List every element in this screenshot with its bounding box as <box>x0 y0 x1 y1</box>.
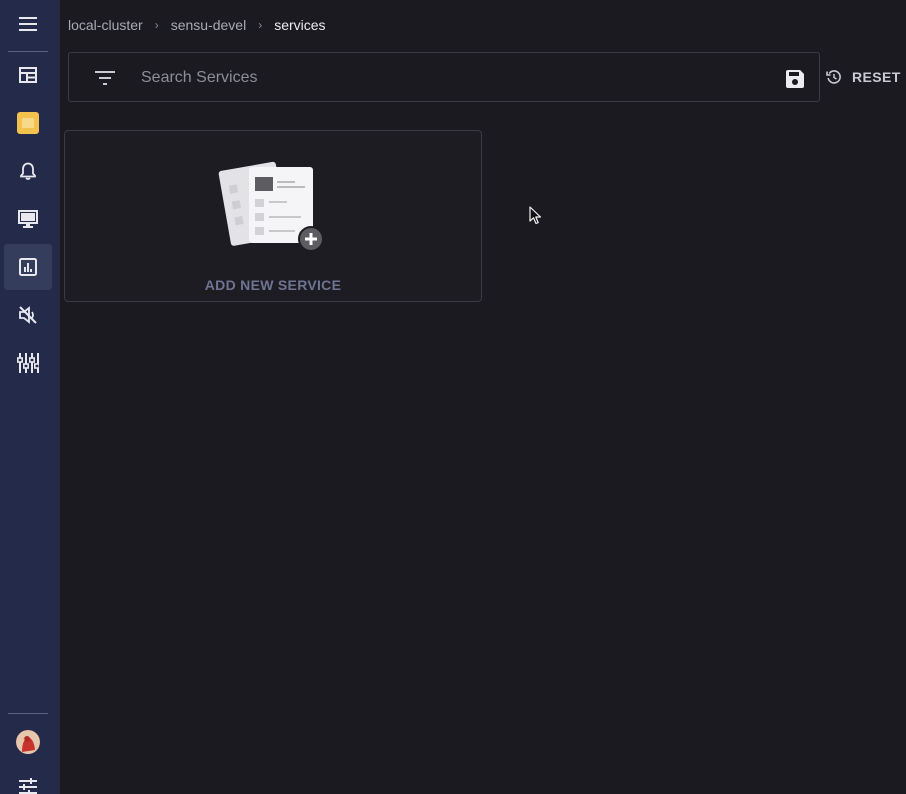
add-document-illustration <box>218 161 324 252</box>
volume-off-icon <box>19 306 37 324</box>
add-new-service-label: ADD NEW SERVICE <box>204 277 342 293</box>
filter-button[interactable] <box>89 65 121 91</box>
breadcrumb-item-current: services <box>274 17 326 33</box>
breadcrumb-item-namespace[interactable]: sensu-devel <box>171 17 247 33</box>
sidebar-item-dashboard[interactable] <box>4 52 52 98</box>
breadcrumb-separator: › <box>258 18 263 32</box>
menu-toggle-button[interactable] <box>4 1 52 47</box>
breadcrumb: local-cluster › sensu-devel › services <box>68 16 326 34</box>
hamburger-menu-icon <box>19 17 37 31</box>
sidebar-divider-bottom <box>8 713 48 714</box>
preferences-button[interactable] <box>4 770 52 794</box>
dashboard-icon <box>19 67 37 83</box>
history-icon <box>826 70 841 84</box>
mouse-cursor-icon <box>529 206 542 225</box>
filter-list-icon <box>95 71 115 85</box>
sidebar <box>0 0 60 794</box>
breadcrumb-item-cluster[interactable]: local-cluster <box>68 17 143 33</box>
sidebar-item-events[interactable] <box>4 148 52 194</box>
reset-label: RESET <box>852 69 901 85</box>
sidebar-item-services[interactable] <box>4 244 52 290</box>
namespace-tile-icon <box>17 112 39 134</box>
reset-button[interactable]: RESET <box>826 66 901 88</box>
add-new-service-card[interactable]: ADD NEW SERVICE <box>64 130 482 302</box>
tune-icon <box>19 778 37 794</box>
sidebar-item-namespace[interactable] <box>4 100 52 146</box>
equalizer-icon <box>17 353 39 373</box>
breadcrumb-separator: › <box>154 18 159 32</box>
monitor-icon <box>18 210 38 228</box>
save-icon <box>786 70 804 88</box>
sidebar-item-silences[interactable] <box>4 292 52 338</box>
app-root: local-cluster › sensu-devel › services S… <box>0 0 906 794</box>
bar-chart-icon <box>19 258 37 276</box>
bell-icon <box>20 162 36 180</box>
sidebar-item-entities[interactable] <box>4 196 52 242</box>
search-input[interactable] <box>141 65 761 91</box>
save-search-button[interactable] <box>783 67 807 91</box>
avatar[interactable] <box>16 730 40 754</box>
avatar-icon <box>16 730 40 754</box>
search-bar <box>68 52 820 102</box>
sidebar-item-configuration[interactable] <box>4 340 52 386</box>
